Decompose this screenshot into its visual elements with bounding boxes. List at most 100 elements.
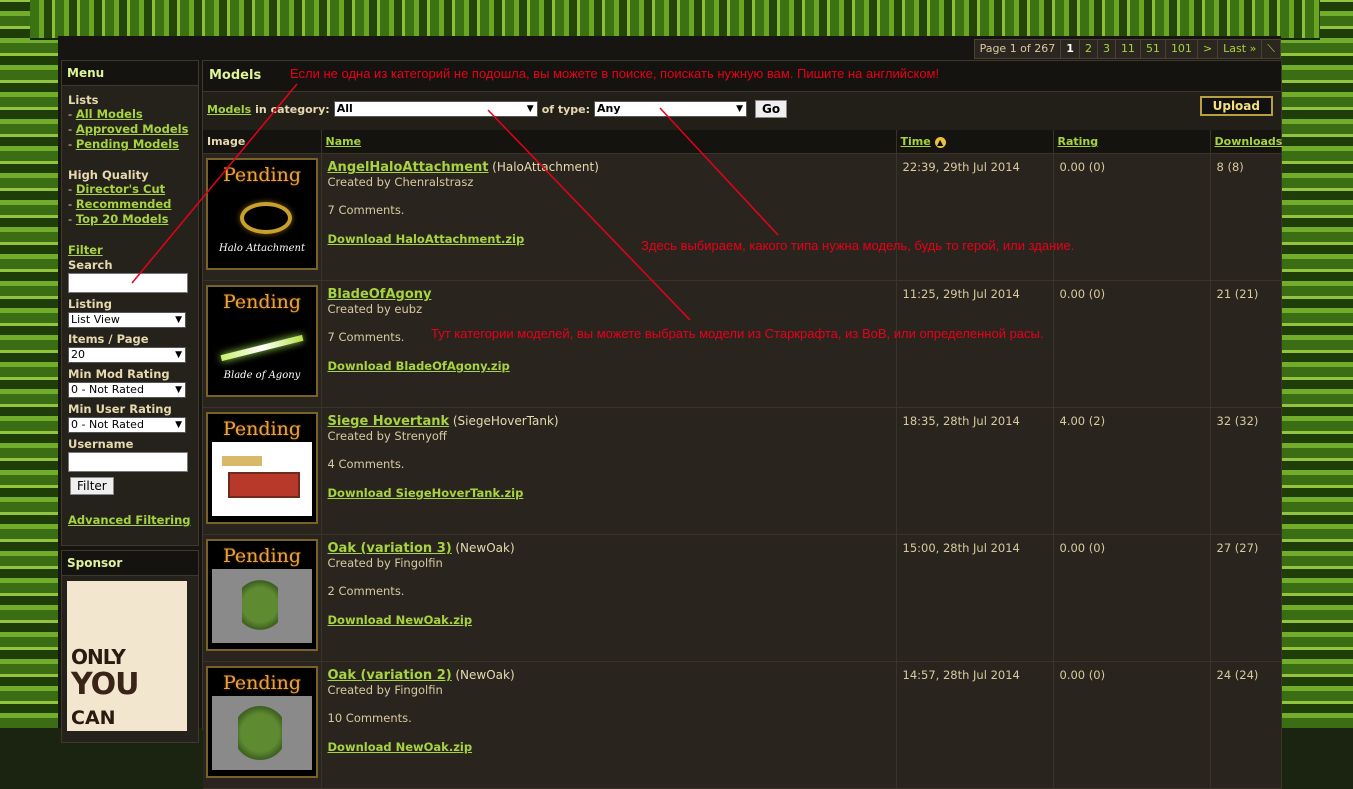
menu-pending-models[interactable]: Pending Models (76, 137, 179, 151)
page-link-101[interactable]: 101 (1164, 40, 1197, 58)
min-user-select[interactable]: 0 - Not Rated ▼ (68, 417, 186, 433)
col-name[interactable]: Name (326, 135, 362, 148)
min-mod-label: Min Mod Rating (68, 367, 170, 381)
advanced-filtering-link[interactable]: Advanced Filtering (68, 513, 191, 527)
model-thumbnail[interactable]: Pending (206, 412, 318, 524)
menu-top-20[interactable]: Top 20 Models (76, 212, 169, 226)
model-time: 14:57, 28th Jul 2014 (902, 668, 1020, 682)
model-author: Created by Chenralstrasz (327, 175, 474, 189)
models-link[interactable]: Models (207, 103, 251, 116)
model-thumbnail[interactable]: Pending (206, 666, 318, 778)
items-value: 20 (71, 348, 85, 361)
model-preview-image (212, 442, 312, 516)
hq-heading: High Quality (68, 168, 149, 182)
min-user-label: Min User Rating (68, 402, 172, 416)
username-input[interactable] (68, 452, 188, 472)
dropdown-arrow-icon: ▼ (736, 104, 744, 114)
pending-label: Pending (222, 164, 302, 186)
min-user-value: 0 - Not Rated (71, 418, 144, 431)
models-table: Image Name Time ▲ Rating Downloads Pendi… (203, 130, 1282, 789)
type-select[interactable]: Any ▼ (594, 101, 748, 117)
model-comments[interactable]: 2 Comments. (328, 584, 890, 598)
model-author: Created by Fingolfin (327, 683, 443, 697)
model-file-name: (HaloAttachment) (492, 160, 599, 174)
model-download-link[interactable]: Download NewOak.zip (328, 613, 473, 627)
items-label: Items / Page (68, 332, 149, 346)
model-name-link[interactable]: Oak (variation 2) (328, 668, 452, 683)
items-select[interactable]: 20 ▼ (68, 347, 186, 363)
listing-label: Listing (68, 297, 112, 311)
model-thumbnail[interactable]: Pending (206, 539, 318, 651)
model-time: 15:00, 28th Jul 2014 (902, 541, 1020, 555)
page-link-2[interactable]: 2 (1078, 40, 1097, 58)
go-button[interactable]: Go (755, 100, 788, 118)
page-link-51[interactable]: 51 (1139, 40, 1165, 58)
model-comments[interactable]: 7 Comments. (328, 203, 890, 217)
filter-button[interactable]: Filter (70, 477, 114, 495)
model-author: Created by Fingolfin (327, 556, 443, 570)
model-download-link[interactable]: Download SiegeHoverTank.zip (328, 486, 524, 500)
category-value: All (336, 102, 353, 115)
model-file-name: (NewOak) (455, 668, 515, 682)
min-mod-select[interactable]: 0 - Not Rated ▼ (68, 382, 186, 398)
model-download-link[interactable]: Download HaloAttachment.zip (328, 232, 525, 246)
page-link-3[interactable]: 3 (1096, 40, 1115, 58)
models-panel: Models Models in category: All ▼ of type:… (202, 60, 1282, 789)
listing-select[interactable]: List View ▼ (68, 312, 186, 328)
model-preview-image: Halo Attachment (212, 188, 312, 262)
col-rating[interactable]: Rating (1058, 135, 1099, 148)
category-select[interactable]: All ▼ (333, 101, 538, 117)
col-time[interactable]: Time (901, 135, 931, 148)
sponsor-ad[interactable]: ONLY YOU CAN (67, 581, 187, 731)
model-comments[interactable]: 4 Comments. (328, 457, 890, 471)
model-author: Created by Strenyoff (327, 429, 447, 443)
model-thumbnail[interactable]: Pending Blade of Agony (206, 285, 318, 397)
model-time: 18:35, 28th Jul 2014 (902, 414, 1020, 428)
model-name-link[interactable]: Oak (variation 3) (328, 541, 452, 556)
model-downloads: 27 (27) (1216, 541, 1259, 555)
filter-link[interactable]: Filter (68, 243, 103, 257)
page-last[interactable]: Last » (1217, 40, 1261, 58)
model-downloads: 21 (21) (1216, 287, 1259, 301)
model-preview-image (212, 696, 312, 770)
thumb-caption: Blade of Agony (223, 370, 301, 381)
upload-button[interactable]: Upload (1199, 96, 1273, 116)
search-input[interactable] (68, 273, 188, 293)
model-file-name: (SiegeHoverTank) (452, 414, 559, 428)
sort-up-icon[interactable]: ▲ (934, 136, 946, 148)
menu-all-models[interactable]: All Models (76, 107, 143, 121)
model-rating: 0.00 (0) (1059, 541, 1106, 555)
model-name-link[interactable]: Siege Hovertank (328, 414, 450, 429)
model-name-link[interactable]: AngelHaloAttachment (328, 160, 489, 175)
pagination: Page 1 of 267 1 2 3 11 51 101 > Last » ⟍ (973, 39, 1281, 59)
category-filter-bar: Models in category: All ▼ of type: Any ▼ G… (207, 98, 788, 120)
model-thumbnail[interactable]: Pending Halo Attachment (206, 158, 318, 270)
menu-approved-models[interactable]: Approved Models (76, 122, 189, 136)
model-author: Created by eubz (327, 302, 423, 316)
menu-recommended[interactable]: Recommended (76, 197, 172, 211)
table-row: Pending Oak (variation 3) (NewOak) Creat… (203, 534, 1282, 662)
model-time: 11:25, 29th Jul 2014 (902, 287, 1020, 301)
model-name-link[interactable]: BladeOfAgony (328, 287, 432, 302)
annotation-category: Тут категории моделей, вы можете выбрать… (431, 326, 1044, 341)
sponsor-title: Sponsor (62, 551, 198, 576)
page-next[interactable]: > (1196, 40, 1217, 58)
lists-heading: Lists (68, 93, 99, 107)
model-download-link[interactable]: Download BladeOfAgony.zip (328, 359, 510, 373)
pending-label: Pending (222, 545, 302, 567)
pending-label: Pending (222, 418, 302, 440)
username-label: Username (68, 437, 134, 451)
model-download-link[interactable]: Download NewOak.zip (328, 740, 473, 754)
model-downloads: 8 (8) (1216, 160, 1244, 174)
model-rating: 0.00 (0) (1059, 668, 1106, 682)
dropdown-arrow-icon: ▼ (175, 420, 182, 430)
model-downloads: 24 (24) (1216, 668, 1259, 682)
col-image: Image (203, 130, 322, 154)
page-info: Page 1 of 267 (979, 42, 1056, 55)
col-downloads[interactable]: Downloads (1215, 135, 1283, 148)
vine-border-right (1281, 0, 1353, 728)
menu-directors-cut[interactable]: Director's Cut (76, 182, 165, 196)
page-collapse-icon[interactable]: ⟍ (1261, 40, 1280, 58)
page-link-11[interactable]: 11 (1114, 40, 1140, 58)
model-comments[interactable]: 10 Comments. (328, 711, 890, 725)
